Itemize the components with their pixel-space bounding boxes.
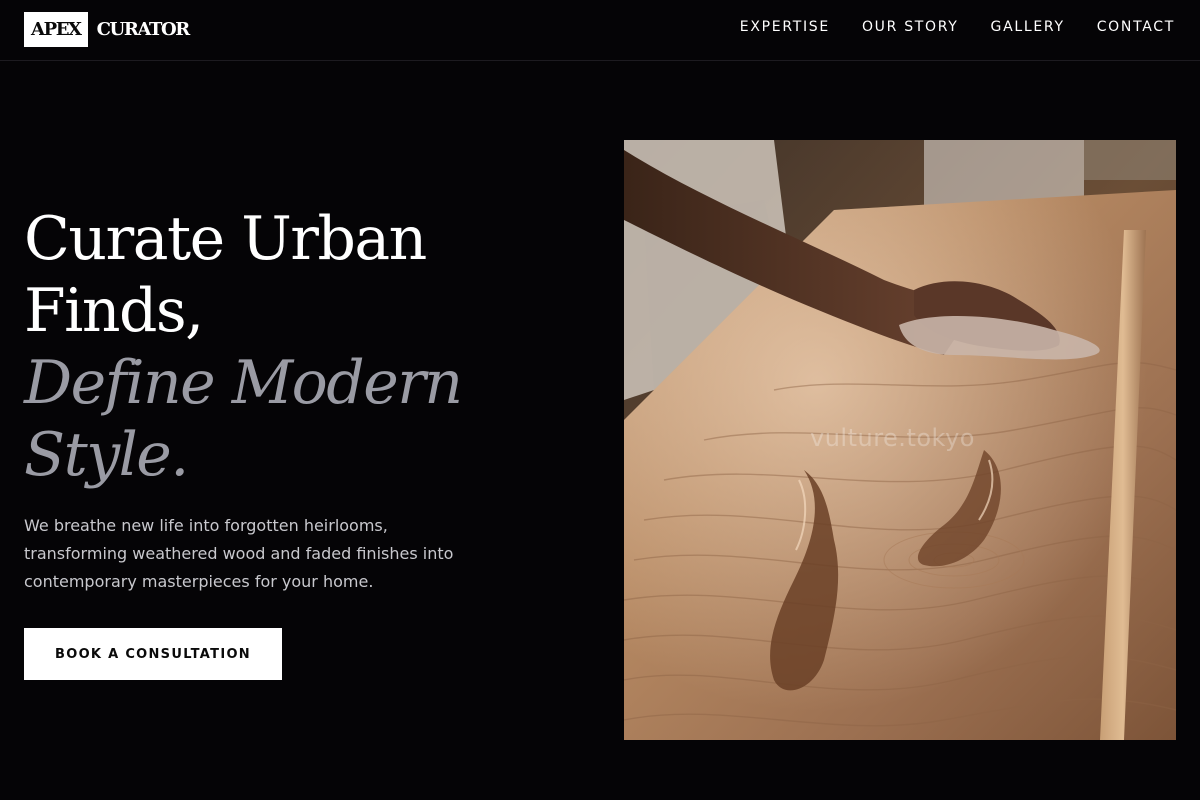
hero-photo: vulture.tokyo xyxy=(624,140,1176,740)
logo-wordmark: CURATOR xyxy=(96,19,191,40)
hero-heading: Curate Urban Finds, Define Modern Style. xyxy=(24,203,584,491)
hero-heading-accent-line-2: Style. xyxy=(24,420,189,490)
nav-link-gallery[interactable]: GALLERY xyxy=(991,19,1065,35)
hero-heading-accent-line-1: Define Modern xyxy=(24,348,463,418)
brand-logo[interactable]: APEX CURATOR xyxy=(24,12,191,47)
nav-link-our-story[interactable]: OUR STORY xyxy=(862,19,959,35)
main-nav: EXPERTISE OUR STORY GALLERY CONTACT xyxy=(740,19,1175,35)
logo-mark: APEX xyxy=(24,12,88,47)
nav-link-contact[interactable]: CONTACT xyxy=(1097,19,1175,35)
hero-heading-line-2: Finds, xyxy=(24,276,204,346)
hero-description: We breathe new life into forgotten heirl… xyxy=(24,516,454,591)
nav-link-expertise[interactable]: EXPERTISE xyxy=(740,19,830,35)
image-watermark: vulture.tokyo xyxy=(810,424,975,452)
hero-heading-line-1: Curate Urban xyxy=(24,204,427,274)
book-consultation-button[interactable]: BOOK A CONSULTATION xyxy=(24,628,282,680)
top-navigation-bar: APEX CURATOR EXPERTISE OUR STORY GALLERY… xyxy=(0,0,1200,61)
